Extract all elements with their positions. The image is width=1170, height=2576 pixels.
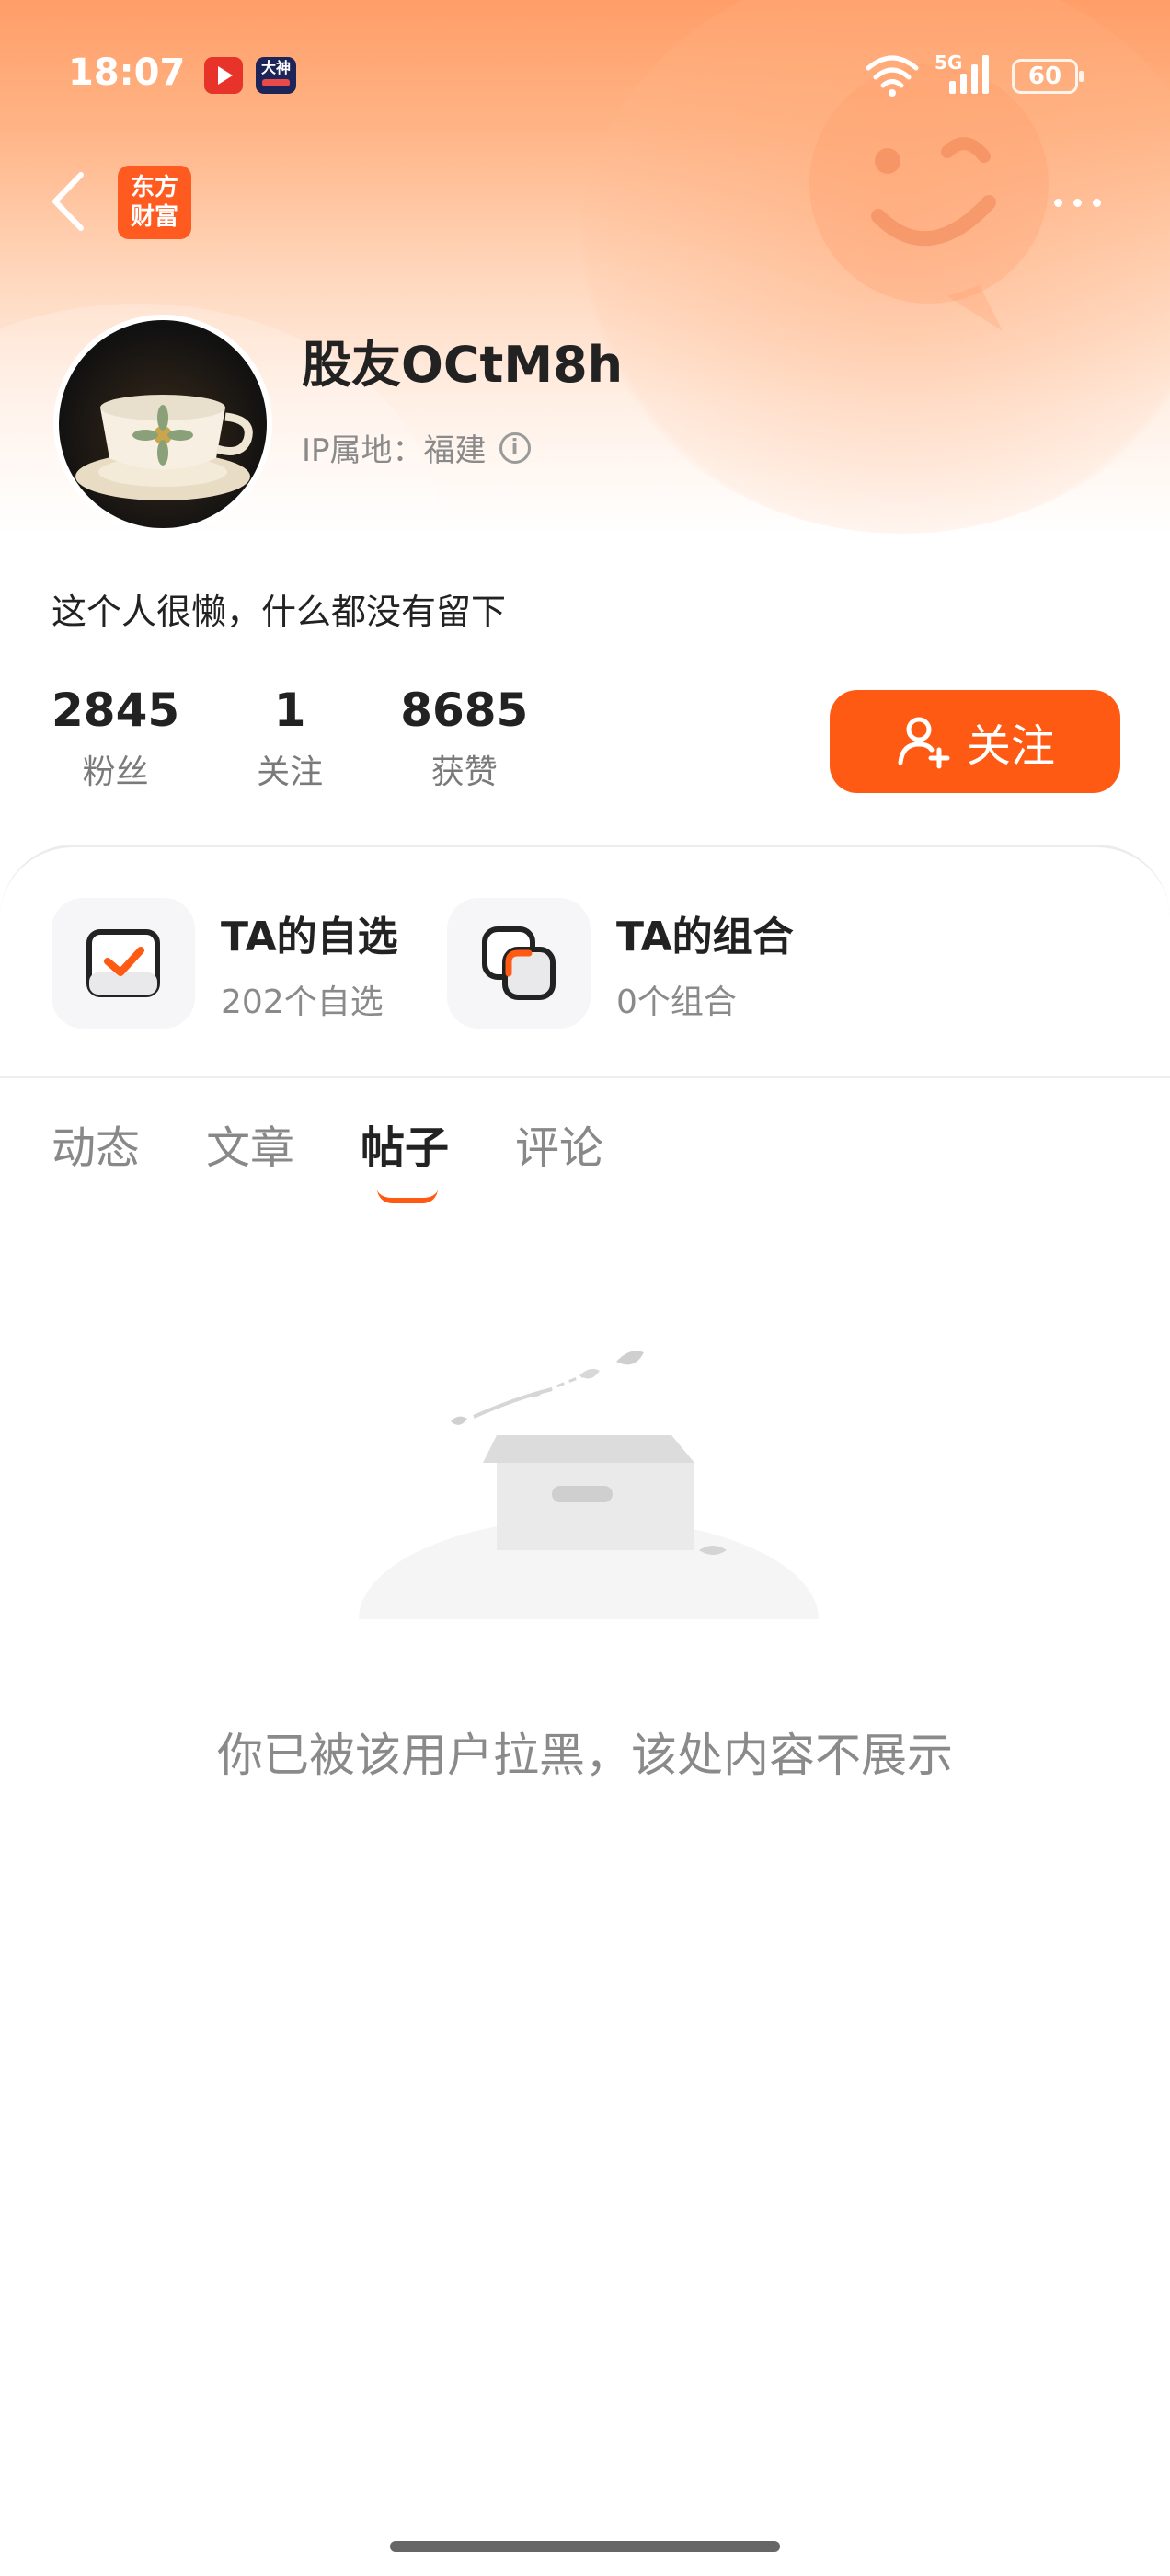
tab-articles[interactable]: 文章 (206, 1111, 294, 1176)
dashen-app-icon: 大神 (256, 57, 296, 94)
avatar[interactable] (53, 315, 272, 534)
stat-label: 关注 (257, 753, 324, 791)
back-arrow-icon[interactable] (48, 169, 88, 234)
battery-indicator: 60 (1012, 59, 1084, 94)
info-icon[interactable]: i (499, 431, 531, 464)
stat-likes[interactable]: 8685 获赞 (400, 683, 528, 793)
empty-box-illustration (350, 1351, 828, 1638)
section-divider (0, 1076, 1170, 1078)
watchlist-count: 202个自选 (221, 983, 384, 1021)
watchlist-icon-box (52, 898, 195, 1029)
stat-value: 2845 (52, 684, 180, 737)
smiley-watermark-icon (809, 64, 1049, 331)
dashen-app-label: 大神 (260, 59, 291, 76)
watchlist-title: TA的自选 (221, 914, 398, 960)
eastmoney-logo: 东方 财富 (118, 166, 191, 239)
tab-comments[interactable]: 评论 (515, 1111, 603, 1176)
portfolio-entry[interactable]: TA的组合 0个组合 (447, 898, 794, 1029)
stat-value: 8685 (400, 684, 529, 737)
username: 股友OCtM8h (302, 336, 624, 394)
stats-row: 2845 粉丝 1 关注 8685 获赞 (52, 683, 605, 793)
portfolio-title: TA的组合 (616, 914, 794, 960)
stat-label: 粉丝 (82, 753, 149, 791)
video-app-icon (204, 57, 243, 94)
stat-label: 获赞 (430, 753, 498, 791)
watchlist-entry[interactable]: TA的自选 202个自选 (52, 898, 398, 1029)
follow-button[interactable]: 关注 (830, 690, 1120, 793)
stat-following[interactable]: 1 关注 (257, 683, 323, 793)
tab-posts-label: 帖子 (361, 1122, 450, 1174)
portfolio-count: 0个组合 (616, 983, 737, 1021)
home-indicator[interactable] (390, 2541, 780, 2552)
bio-text: 这个人很懒，什么都没有留下 (52, 592, 507, 632)
status-time: 18:07 (68, 52, 186, 94)
logo-line-1: 东方 (130, 174, 178, 201)
wifi-icon (866, 55, 919, 97)
content-tabs: 动态 文章 帖子 评论 (52, 1111, 670, 1203)
tab-activity[interactable]: 动态 (52, 1111, 140, 1176)
tab-posts[interactable]: 帖子 (361, 1111, 450, 1203)
logo-line-2: 财富 (130, 203, 178, 231)
stat-value: 1 (273, 684, 306, 737)
active-tab-indicator (377, 1189, 439, 1203)
teacup-image (75, 395, 253, 500)
ip-location-row[interactable]: IP属地：福建 i (302, 425, 531, 470)
follow-button-label: 关注 (966, 720, 1055, 772)
signal-icon (949, 55, 989, 94)
checkbox-icon (86, 929, 160, 997)
stat-followers[interactable]: 2845 粉丝 (52, 683, 179, 793)
add-user-icon (898, 717, 950, 769)
blocked-message: 你已被该用户拉黑，该处内容不展示 (217, 1729, 953, 1782)
more-options-icon[interactable] (1054, 190, 1118, 217)
content-card (0, 845, 1170, 2576)
ip-location-label: IP属地：福建 (302, 432, 487, 469)
portfolio-icon (482, 926, 556, 1000)
portfolio-icon-box (447, 898, 591, 1029)
